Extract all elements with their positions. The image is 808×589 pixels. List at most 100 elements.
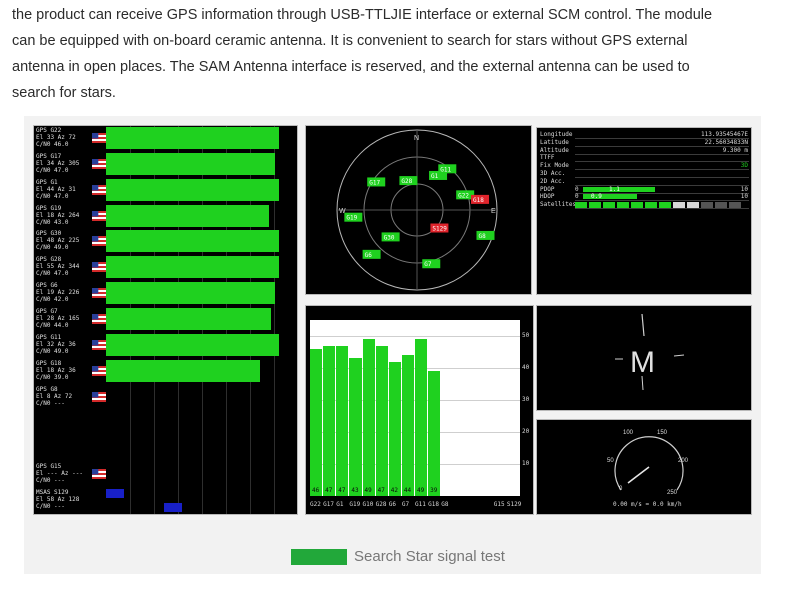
satellite-usage-cell [575,202,587,208]
article-line: can be equipped with on-board ceramic an… [12,33,688,49]
satellite-label-line: C/N0 49.0 [36,244,69,251]
position-field-label: Fix Mode [540,162,569,170]
sky-satellite-marker: G8 [476,230,495,240]
signal-bar [388,361,401,496]
satellite-label-line: C/N0 --- [36,400,65,407]
satellite-signal-bar [106,230,279,252]
satellite-label: MSAS S129 El 58 Az 128 C/N0 --- [36,489,84,510]
satellite-label-line: GPS G7 [36,308,58,315]
satellite-usage-cell [687,202,699,208]
satellite-usage-cell [645,202,657,208]
speed-readout: 0.00 m/s = 0.0 km/h [613,501,682,508]
satellite-label-line: C/N0 47.0 [36,193,69,200]
signal-scale-label: 30 [522,396,530,403]
satellite-label-line: GPS G17 [36,153,62,160]
sky-satellite-marker: G19 [344,212,363,222]
sky-satellite-id: G1 [431,173,439,180]
gps-signal-figure: GPS G22El 33 Az 72C/N0 46.055dB5GPS G17E… [24,116,761,574]
satellite-label-line: GPS G22 [36,127,62,134]
us-flag-icon [92,285,106,298]
satellite-usage-cell [589,202,601,208]
position-panel: Longitude 113.93545467E Latitude 22.5603483… [537,128,751,294]
signal-scale-label: 50 [522,332,530,339]
satellite-usage-cell [659,202,671,208]
us-flag-icon [92,337,106,350]
signal-bar-value: 44 [403,487,412,494]
position-field-label: HDOP [540,193,555,201]
satellite-label-line: GPS G6 [36,282,58,289]
sky-north-label: N [414,135,419,142]
speedometer-panel: 0.00 m/s = 0.0 km/h 0 50 100 150 200 250 [537,420,751,514]
signal-bar-label: G22 [310,501,321,508]
sky-view-panel: N E W G17 G22 G1 G28 G11 G18 G19 G30 S129 G6 G7 G8 [306,126,531,294]
satellite-label: GPS G6 El 19 Az 226 C/N0 42.0 [36,282,84,303]
sky-east-label: E [491,208,496,215]
satellite-label-line: GPS G11 [36,334,62,341]
us-flag-icon [92,389,106,402]
satellite-label-line: C/N0 39.0 [36,374,69,381]
sky-satellite-id: G8 [478,233,486,240]
sky-plot: N E W G17G22G1G28G11G18G19G30S129G6G7G8 [336,129,498,291]
signal-bar-label: G17 [323,501,334,508]
us-flag-icon [92,156,106,169]
satellite-usage-cell [603,202,615,208]
satellite-weak-marker [164,503,182,512]
satellite-label-line: El 8 Az 72 [36,393,73,400]
satellite-signal-bar [106,205,269,227]
speed-tick-label: 200 [678,458,689,464]
position-field-label: PDOP [540,185,555,193]
signal-bar [428,371,441,496]
compass-tick [673,354,685,357]
satellite-usage-cell [673,202,685,208]
signal-bar-value: 49 [364,487,372,494]
satellite-signal-bar [106,308,271,330]
sky-satellite-id: G11 [440,166,451,173]
sky-satellite-marker: G17 [367,177,386,187]
sky-satellite-id: G6 [365,252,373,259]
sky-satellite-id: G28 [401,178,412,185]
signal-bar-label: G28 [375,501,387,508]
sky-satellite-marker: S129 [430,223,449,233]
signal-bar-label: G6 [388,501,396,508]
speed-tick-label: 100 [623,430,634,436]
satellite-signal-bar [106,282,275,304]
sky-satellite-id: G22 [458,192,469,199]
speedometer-dial: 0.00 m/s = 0.0 km/h 0 50 100 150 200 250 [607,430,689,508]
speed-tick-label: 150 [657,430,668,436]
satellite-label-line: El 33 Az 72 [36,134,76,141]
us-flag-icon [92,208,106,221]
signal-bar [375,345,388,496]
satellite-label: GPS G19 El 18 Az 264 C/N0 43.0 [36,205,84,226]
satellite-label-line: El 34 Az 305 [36,160,80,167]
signal-bar [349,358,362,496]
signal-bar-value: 43 [351,487,359,494]
satellite-label: GPS G18 El 18 Az 36 C/N0 39.0 [36,360,84,381]
satellite-label-line: C/N0 44.0 [36,322,69,329]
satellite-usage-cell [617,202,629,208]
satellite-label: GPS G1 El 44 Az 31 C/N0 47.0 [36,179,84,200]
position-row-divider [575,169,749,171]
position-field-value: 9.300 m [722,146,748,154]
satellite-signal-bar [106,127,279,149]
sky-satellite-marker: G30 [381,232,400,242]
caption-swatch [291,549,347,565]
satellite-label-line: El 18 Az 264 [36,212,80,219]
satellite-label-line: El 58 Az 128 [36,496,80,503]
us-flag-icon [92,363,106,376]
sky-satellite-id: G30 [384,234,395,241]
sky-satellite-marker: G6 [362,249,381,259]
article-text: the product can receive GPS information … [12,2,796,106]
us-flag-icon [92,130,106,143]
compass-dial: M [615,313,685,391]
satellite-label-line: C/N0 --- [36,477,65,484]
satellite-label-line: C/N0 49.0 [36,348,69,355]
signal-bar-label: S129 [506,501,522,508]
sky-satellite-marker: G18 [471,194,490,204]
signal-bar-value: 47 [338,487,346,494]
satellite-label-line: GPS G18 [36,360,62,367]
us-flag-icon [92,182,106,195]
satellite-label-line: GPS G30 [36,230,62,237]
signal-bar-value: 42 [390,487,398,494]
satellite-label-line: El --- Az --- [36,470,83,477]
sky-satellite-id: S129 [432,226,447,233]
